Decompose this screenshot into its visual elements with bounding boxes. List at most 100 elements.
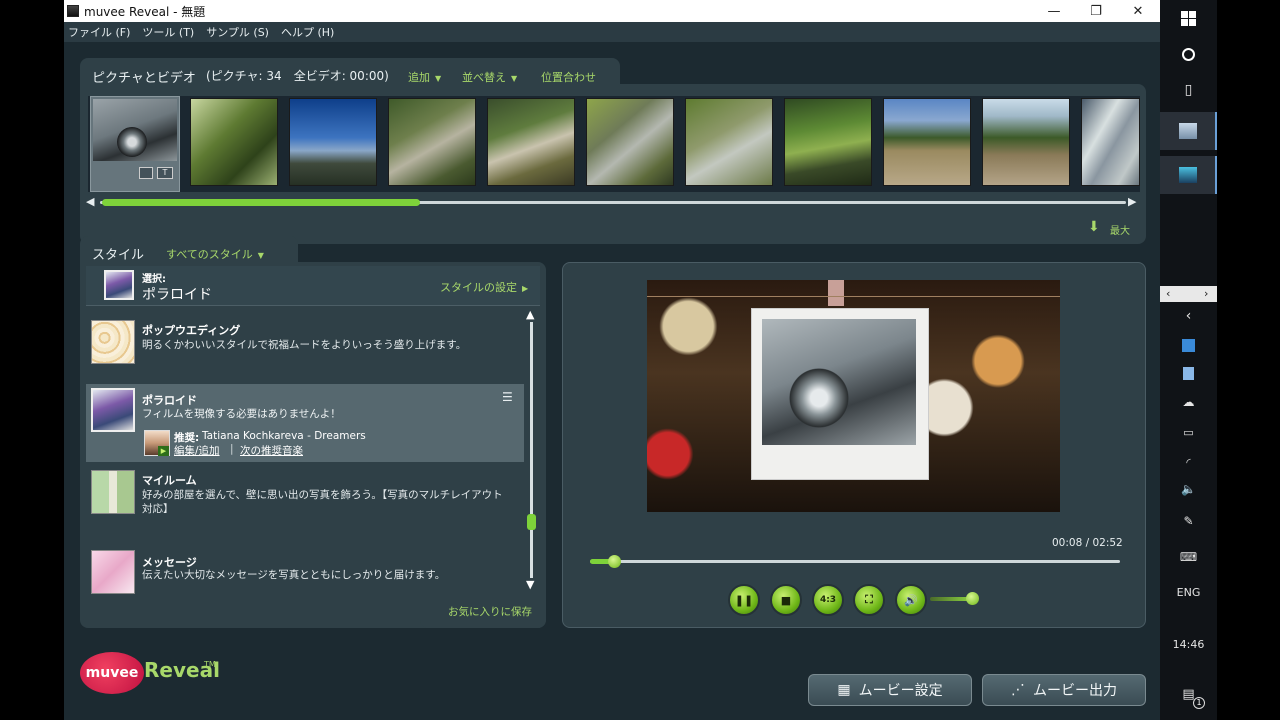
style-scroll-thumb[interactable] <box>527 514 536 530</box>
notification-icon[interactable]: ▤ <box>1160 684 1217 704</box>
style-item-my-room[interactable]: マイルーム 好みの部屋を選んで、壁に思い出の写真を飾ろう。【写真のマルチレイアウ… <box>86 466 524 538</box>
style-desc: 明るくかわいいスタイルで祝福ムードをよりいっそう盛り上げます。 <box>142 339 467 351</box>
thumb-stream[interactable] <box>586 98 674 186</box>
menu-file[interactable]: ファイル (F) <box>68 24 130 40</box>
thumb-car-wheel[interactable]: T <box>90 96 180 192</box>
restore-button[interactable]: ❐ <box>1076 0 1116 22</box>
muvee-app-icon <box>1178 167 1197 183</box>
style-item-pop-wedding[interactable]: ポップウエディング 明るくかわいいスタイルで祝福ムードをよりいっそう盛り上げます… <box>86 316 524 388</box>
remote-app-icon <box>1178 123 1197 139</box>
language-indicator[interactable]: ENG <box>1160 584 1217 600</box>
hanging-string <box>647 296 1060 297</box>
windows-logo-tile <box>1181 10 1188 18</box>
pause-button[interactable]: ❚❚ <box>728 584 760 616</box>
tray-left-icon[interactable]: ‹ <box>1166 287 1170 300</box>
onedrive-icon[interactable]: ☁ <box>1160 394 1217 410</box>
photo-strip-scrollbar[interactable]: ◀ ▶ <box>86 195 1140 210</box>
task-view-icon[interactable]: ▯ <box>1160 80 1217 100</box>
screen: muvee Reveal - 無題 — ❐ ✕ ファイル (F) ツール (T)… <box>0 0 1280 720</box>
menu-samples[interactable]: サンプル (S) <box>206 24 269 40</box>
next-music-link[interactable]: 次の推奨音楽 <box>240 443 303 458</box>
volume-slider[interactable] <box>930 597 970 601</box>
close-button[interactable]: ✕ <box>1118 0 1158 22</box>
seek-handle[interactable] <box>608 555 621 568</box>
max-button[interactable]: 最大 <box>1110 222 1130 237</box>
aspect-ratio-button[interactable]: 4:3 <box>812 584 844 616</box>
windows-logo-tile <box>1189 10 1196 18</box>
stop-icon: ■ <box>780 593 792 607</box>
thumb-forest-rail[interactable] <box>487 98 575 186</box>
style-item-polaroid-selected[interactable]: ポラロイド フィルムを現像する必要はありませんよ！ ☰ ▶ 推奨: Tatian… <box>86 384 524 462</box>
keyboard-icon[interactable]: ⌨ <box>1160 548 1217 566</box>
play-music-icon[interactable]: ▶ <box>158 446 169 456</box>
add-menu[interactable]: 追加 ▼ <box>408 69 441 85</box>
tray-app-icon[interactable] <box>1160 336 1217 354</box>
menu-tools[interactable]: ツール (T) <box>142 24 194 40</box>
tray-right-icon[interactable]: › <box>1204 287 1208 300</box>
thumb-hill[interactable] <box>982 98 1070 186</box>
video-preview[interactable] <box>647 280 1060 512</box>
speaker-icon: 🔊 <box>904 593 918 607</box>
volume-tray-icon[interactable]: 🔈 <box>1160 480 1217 498</box>
photo-strip[interactable]: T <box>88 96 1140 192</box>
tray-scroll[interactable]: ‹ › <box>1160 286 1217 302</box>
style-scroll-down-icon[interactable]: ▼ <box>526 578 534 591</box>
clock[interactable]: 14:46 <box>1160 636 1217 652</box>
polaroid-icon <box>91 388 135 432</box>
cortana-icon[interactable] <box>1160 44 1217 64</box>
thumb-light[interactable] <box>1081 98 1140 186</box>
volume-handle[interactable] <box>966 592 979 605</box>
seek-track[interactable] <box>590 560 1120 563</box>
align-button[interactable]: 位置合わせ <box>541 69 596 85</box>
thumb-bamboo[interactable] <box>190 98 278 186</box>
settings-grid-icon: ▦ <box>837 682 851 698</box>
style-settings-link[interactable]: スタイルの設定 ▶ <box>440 279 528 295</box>
scroll-thumb[interactable] <box>102 199 420 206</box>
sort-dropdown-icon: ▼ <box>511 74 518 83</box>
thumb-log-bridge[interactable] <box>784 98 872 186</box>
edit-add-music-link[interactable]: 編集/追加 <box>174 443 220 458</box>
style-options-icon[interactable]: ☰ <box>502 390 513 404</box>
pop-wedding-icon <box>91 320 135 364</box>
stop-button[interactable]: ■ <box>770 584 802 616</box>
style-tab-title: スタイル <box>92 248 145 263</box>
taskbar-app-muvee[interactable] <box>1160 156 1217 194</box>
pen-icon[interactable]: ✎ <box>1160 512 1217 530</box>
battery-icon[interactable]: ▭ <box>1160 424 1217 440</box>
style-filter-dropdown[interactable]: すべてのスタイル ▼ <box>166 246 264 262</box>
thumb-stream-2[interactable] <box>685 98 773 186</box>
menu-help[interactable]: ヘルプ (H) <box>281 24 334 40</box>
style-scroll-up-icon[interactable]: ▲ <box>526 308 534 321</box>
style-name: ポップウエディング <box>142 324 241 337</box>
selected-style-icon <box>104 270 134 300</box>
wifi-icon[interactable]: ◜ <box>1160 454 1217 470</box>
taskbar-app-remote[interactable] <box>1160 112 1217 150</box>
style-desc: 好みの部屋を選んで、壁に思い出の写真を飾ろう。【写真のマルチレイアウト対応】 <box>142 489 503 515</box>
window-title: muvee Reveal - 無題 <box>84 4 206 19</box>
movie-settings-button[interactable]: ▦ ムービー設定 <box>808 674 972 706</box>
windows-start-icon[interactable] <box>1160 8 1217 28</box>
thumb-mountain-sky[interactable] <box>289 98 377 186</box>
tray-drive-shape <box>1183 366 1194 380</box>
style-scroll-track[interactable] <box>530 322 533 578</box>
minimize-button[interactable]: — <box>1034 0 1074 22</box>
thumb-forest-path[interactable] <box>388 98 476 186</box>
tray-drive-icon[interactable] <box>1160 364 1217 382</box>
add-dropdown-icon: ▼ <box>435 74 442 83</box>
multi-photo-icon[interactable] <box>139 167 153 179</box>
volume-button[interactable]: 🔊 <box>895 584 927 616</box>
movie-output-button[interactable]: ⋰ ムービー出力 <box>982 674 1146 706</box>
sort-menu[interactable]: 並べ替え ▼ <box>462 69 517 85</box>
save-favorite-button[interactable]: お気に入りに保存 <box>448 604 532 619</box>
thumb-beach[interactable] <box>883 98 971 186</box>
fullscreen-button[interactable]: ⛶ <box>853 584 885 616</box>
tray-expand-icon[interactable]: ‹ <box>1160 306 1217 326</box>
style-filter-arrow-icon: ▼ <box>257 251 264 260</box>
text-caption-icon[interactable]: T <box>157 167 173 179</box>
scroll-right-icon[interactable]: ▶ <box>1128 195 1136 208</box>
logo-muvee-text: muvee <box>85 665 139 681</box>
muvee-logo-blob: muvee <box>80 652 144 694</box>
muvee-window: muvee Reveal - 無題 — ❐ ✕ ファイル (F) ツール (T)… <box>64 0 1160 720</box>
link-separator: | <box>230 443 234 455</box>
scroll-left-icon[interactable]: ◀ <box>86 195 94 208</box>
